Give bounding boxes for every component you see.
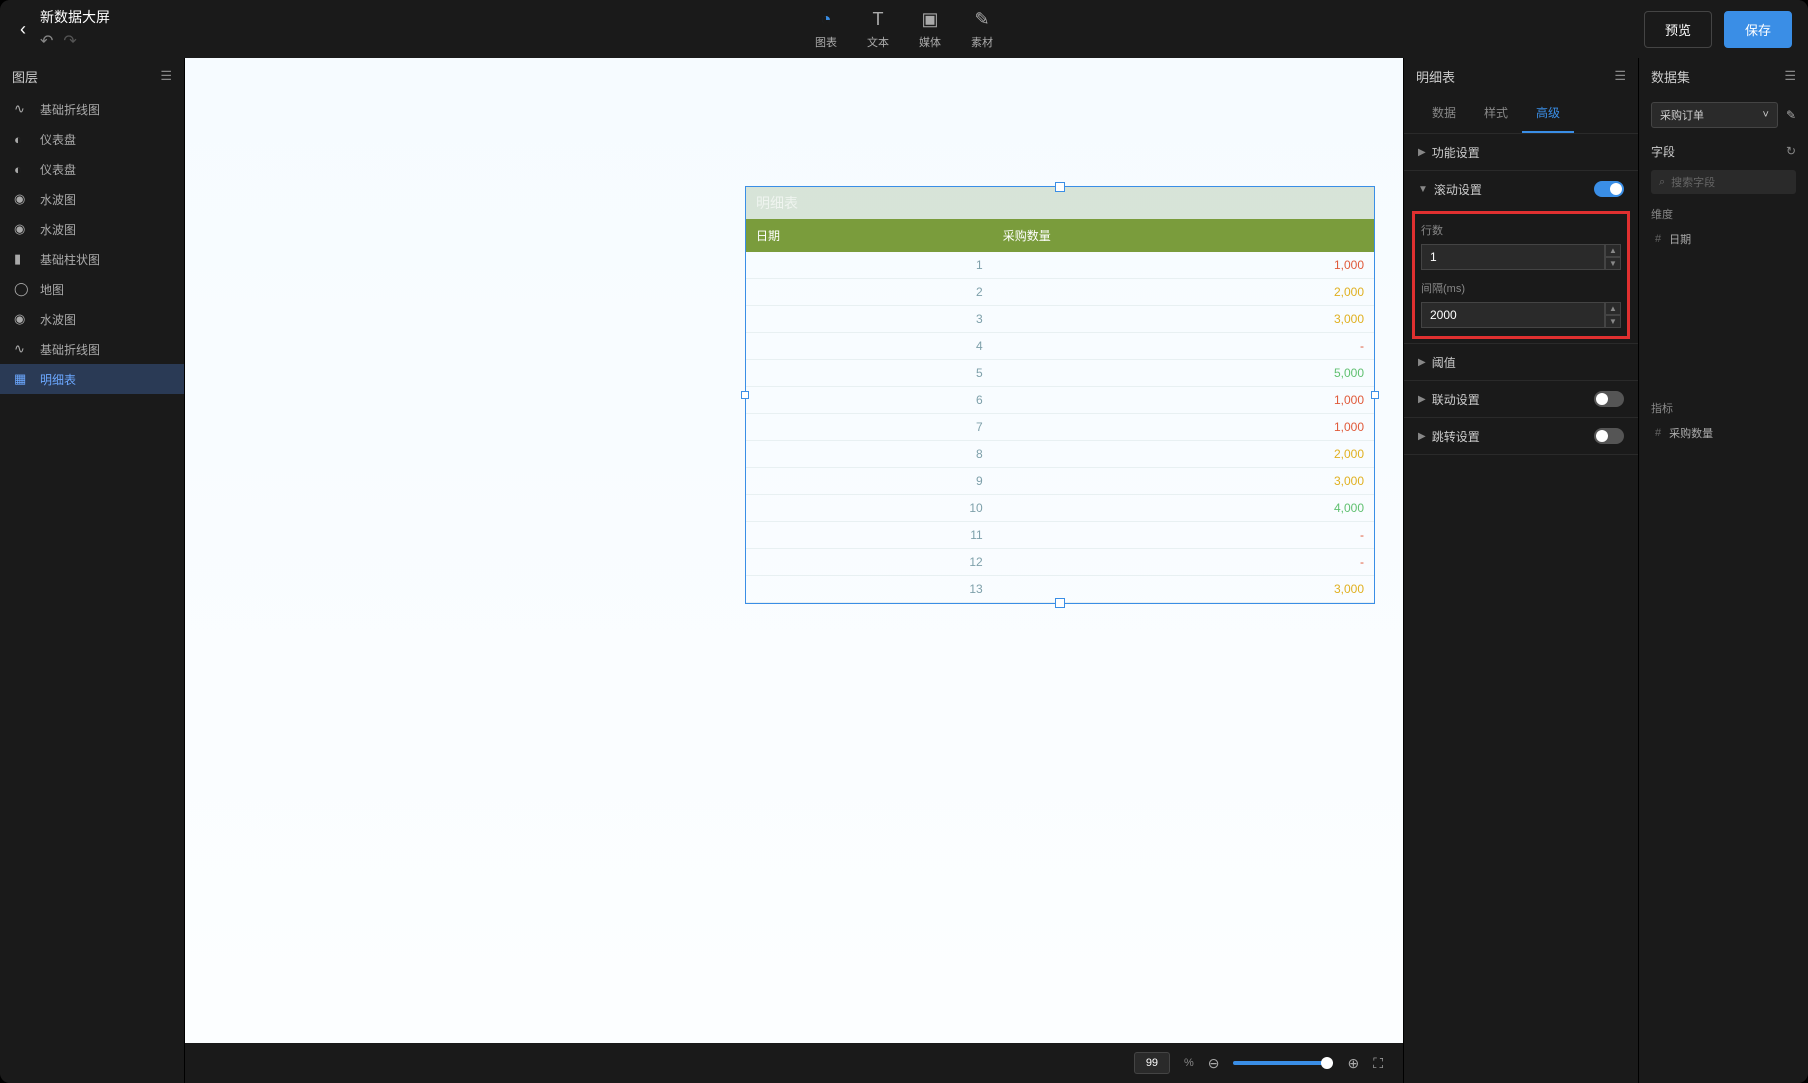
zoom-out-icon[interactable]: ⊖ — [1208, 1055, 1220, 1072]
table-row: 71,000 — [746, 414, 1374, 441]
metric-label: 指标 — [1639, 392, 1808, 420]
layers-panel: 图层 ☰ ∿基础折线图◐仪表盘◐仪表盘◉水波图◉水波图▮基础柱状图◯地图◉水波图… — [0, 58, 185, 1083]
tool-素材[interactable]: ✎素材 — [971, 9, 993, 50]
rows-input[interactable] — [1421, 244, 1605, 270]
fullscreen-icon[interactable]: ⛶ — [1373, 1055, 1383, 1072]
col-quantity: 采购数量 — [993, 219, 1374, 252]
layer-item[interactable]: ∿基础折线图 — [0, 334, 184, 364]
tab-数据[interactable]: 数据 — [1418, 94, 1470, 133]
section-threshold[interactable]: ▶ 阈值 — [1404, 344, 1638, 380]
preview-button[interactable]: 预览 — [1644, 11, 1712, 48]
interval-input[interactable] — [1421, 302, 1605, 328]
search-field-input[interactable]: ⌕ 搜索字段 — [1651, 170, 1796, 194]
dataset-menu-icon[interactable]: ☰ — [1784, 68, 1796, 84]
table-row: 12- — [746, 549, 1374, 576]
table-row: 22,000 — [746, 279, 1374, 306]
layer-item[interactable]: ∿基础折线图 — [0, 94, 184, 124]
zoom-in-icon[interactable]: ⊕ — [1347, 1055, 1359, 1072]
table-row: 55,000 — [746, 360, 1374, 387]
tool-文本[interactable]: T文本 — [867, 9, 889, 50]
properties-menu-icon[interactable]: ☰ — [1614, 68, 1626, 84]
search-icon: ⌕ — [1659, 176, 1665, 189]
back-button[interactable]: ‹ — [16, 15, 30, 44]
document-title: 新数据大屏 — [40, 7, 110, 27]
tab-高级[interactable]: 高级 — [1522, 94, 1574, 133]
canvas-bottom-bar: 99 % ⊖ ⊕ ⛶ — [185, 1043, 1403, 1083]
dataset-select[interactable]: 采购订单 ˅ — [1651, 102, 1778, 128]
properties-title: 明细表 — [1416, 67, 1455, 86]
hash-icon: # — [1655, 233, 1661, 245]
section-linkage[interactable]: ▶ 联动设置 — [1404, 381, 1638, 417]
tool-媒体[interactable]: ▣媒体 — [919, 9, 941, 50]
table-row: 93,000 — [746, 468, 1374, 495]
scroll-toggle[interactable] — [1594, 181, 1624, 197]
zoom-slider[interactable] — [1233, 1061, 1333, 1065]
layers-menu-icon[interactable]: ☰ — [160, 68, 172, 84]
tab-样式[interactable]: 样式 — [1470, 94, 1522, 133]
canvas-area[interactable]: 明细表 日期 采购数量 11,00022,00033,0004-55,00061… — [185, 58, 1403, 1083]
jump-toggle[interactable] — [1594, 428, 1624, 444]
redo-button[interactable]: ↷ — [63, 31, 76, 51]
table-row: 133,000 — [746, 576, 1374, 603]
resize-handle-right[interactable] — [1371, 391, 1379, 399]
interval-decrement[interactable]: ▼ — [1605, 315, 1621, 328]
refresh-fields-icon[interactable]: ↻ — [1786, 144, 1796, 158]
zoom-percent: % — [1184, 1057, 1194, 1069]
layer-item[interactable]: ◉水波图 — [0, 214, 184, 244]
table-row: 33,000 — [746, 306, 1374, 333]
dataset-panel: 数据集 ☰ 采购订单 ˅ ✎ 字段 ↻ ⌕ 搜索字段 维度 # 日期 — [1638, 58, 1808, 1083]
section-scroll-settings[interactable]: ▼ 滚动设置 — [1404, 171, 1638, 207]
fields-label: 字段 — [1651, 143, 1675, 160]
table-row: 4- — [746, 333, 1374, 360]
undo-button[interactable]: ↶ — [40, 31, 53, 51]
table-row: 61,000 — [746, 387, 1374, 414]
rows-increment[interactable]: ▲ — [1605, 244, 1621, 257]
table-row: 11,000 — [746, 252, 1374, 279]
save-button[interactable]: 保存 — [1724, 11, 1792, 48]
metric-field-quantity[interactable]: # 采购数量 — [1639, 420, 1808, 446]
table-row: 104,000 — [746, 495, 1374, 522]
dataset-title: 数据集 — [1651, 67, 1690, 86]
dimension-label: 维度 — [1639, 198, 1808, 226]
layer-item[interactable]: ◉水波图 — [0, 304, 184, 334]
col-date: 日期 — [746, 219, 993, 252]
table-row: 11- — [746, 522, 1374, 549]
top-toolbar: ‹ 新数据大屏 ↶ ↷ ◔图表 T文本 ▣媒体 ✎素材 预览 保存 — [0, 0, 1808, 58]
widget-title-label: 明细表 — [746, 187, 1374, 219]
chevron-down-icon: ˅ — [1763, 109, 1769, 121]
layer-item[interactable]: ◐仪表盘 — [0, 124, 184, 154]
layers-title: 图层 — [12, 67, 38, 86]
layer-item[interactable]: ▦明细表 — [0, 364, 184, 394]
highlighted-settings: 行数 ▲ ▼ 间隔(ms) ▲ ▼ — [1412, 211, 1630, 339]
interval-increment[interactable]: ▲ — [1605, 302, 1621, 315]
hash-icon: # — [1655, 427, 1661, 439]
layer-item[interactable]: ◐仪表盘 — [0, 154, 184, 184]
section-function-settings[interactable]: ▶ 功能设置 — [1404, 134, 1638, 170]
selected-widget-table[interactable]: 明细表 日期 采购数量 11,00022,00033,0004-55,00061… — [745, 186, 1375, 604]
table-row: 82,000 — [746, 441, 1374, 468]
section-jump[interactable]: ▶ 跳转设置 — [1404, 418, 1638, 454]
edit-dataset-icon[interactable]: ✎ — [1786, 108, 1796, 122]
layer-item[interactable]: ◯地图 — [0, 274, 184, 304]
data-table: 日期 采购数量 11,00022,00033,0004-55,00061,000… — [746, 219, 1374, 603]
linkage-toggle[interactable] — [1594, 391, 1624, 407]
rows-decrement[interactable]: ▼ — [1605, 257, 1621, 270]
resize-handle-left[interactable] — [741, 391, 749, 399]
properties-panel: 明细表 ☰ 数据样式高级 ▶ 功能设置 ▼ 滚动设置 行数 — [1403, 58, 1638, 1083]
tool-图表[interactable]: ◔图表 — [815, 9, 837, 50]
layer-item[interactable]: ▮基础柱状图 — [0, 244, 184, 274]
dimension-field-date[interactable]: # 日期 — [1639, 226, 1808, 252]
interval-label: 间隔(ms) — [1421, 280, 1621, 296]
layer-item[interactable]: ◉水波图 — [0, 184, 184, 214]
rows-label: 行数 — [1421, 222, 1621, 238]
zoom-value[interactable]: 99 — [1134, 1052, 1170, 1074]
